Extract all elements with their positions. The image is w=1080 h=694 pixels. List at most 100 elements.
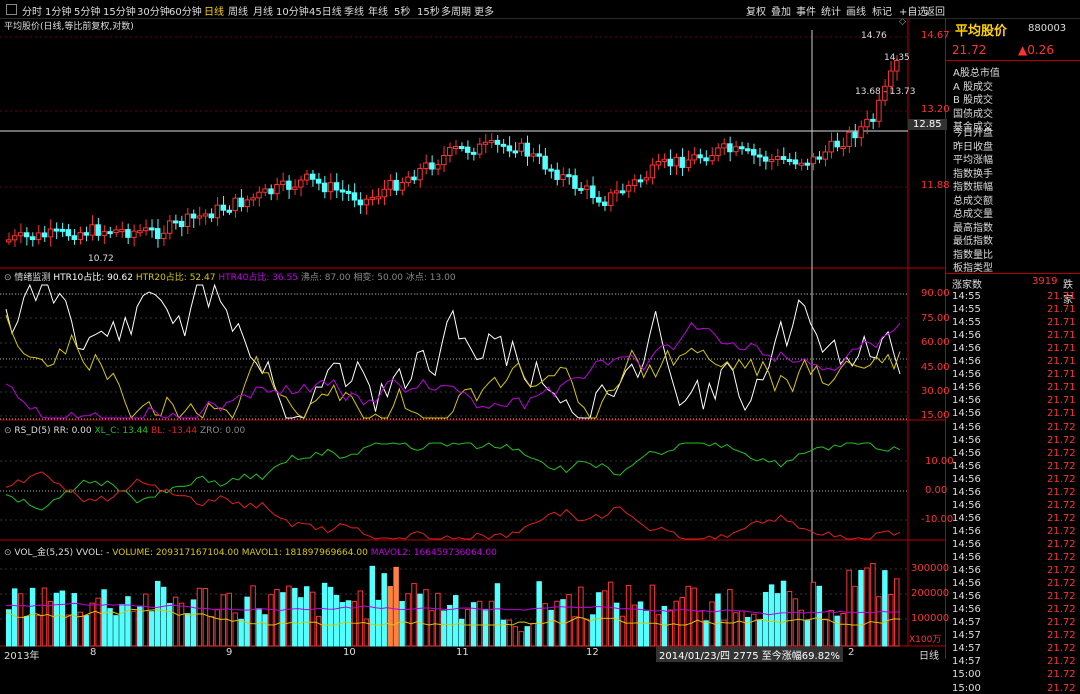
candle-body [304,173,310,181]
tick-time: 14:56 [952,591,981,603]
vol-title: VOL_金(5,25) [14,548,74,558]
candle-body [596,197,602,203]
candle-body [560,174,566,180]
volume-bar [268,594,274,647]
candle-body [238,197,244,208]
volume-bar [166,603,173,647]
volume-bar [572,616,578,647]
volume-bar [506,619,513,647]
candle-body [429,162,435,170]
volume-bar [870,563,876,647]
volume-bar [697,610,703,647]
tick-time: 14:56 [952,434,981,446]
volume-bar [810,581,817,647]
candle-body [423,162,429,169]
candle-body [554,169,560,180]
candle-body [166,220,173,234]
candle-body [23,232,30,238]
volume-bar [202,587,209,647]
candle-body [768,159,775,163]
tick-price: 21.71 [1047,291,1076,302]
tick-time: 14:56 [952,604,981,616]
candle-body [411,176,417,181]
tick-time: 15:00 [952,682,981,694]
volume-bar [441,610,447,647]
htr-title: 情绪监测 [14,273,51,283]
candle-body [476,143,483,155]
candle-body [214,204,221,219]
candle-body [840,146,846,150]
candle-body [697,154,703,159]
candle-body [756,154,763,158]
volume-bar [178,602,185,647]
candle-body [524,142,530,157]
tick-time: 14:57 [952,617,981,629]
htr-icon: ⊙ [4,273,12,283]
volume-bar [637,601,644,647]
candle-body [733,146,739,153]
volume-bar [411,583,417,647]
quote-name: 平均股价 [955,24,1008,39]
price-axis-label: 13.20 [921,104,950,115]
tick-price: 21.72 [1047,669,1076,681]
htr10-value: HTR10占比: 90.62 [53,273,133,283]
quote-panel: 平均股价 880003 21.72 ▲0.26 A股总市值 A 股成交 B 股成交国… [945,18,1080,694]
volume-bar [405,593,411,647]
volume-bar [393,566,399,647]
volume-bar [274,588,280,647]
candle-body [160,232,167,240]
candle-body [566,174,572,178]
candle-body [125,229,131,238]
volume-bar [667,609,674,647]
candle-body [95,224,101,236]
volume-bar [83,615,89,647]
tick-price: 21.72 [1047,512,1076,524]
rsd-zro: ZRO: 0.00 [199,426,246,436]
date-label: 2 [848,647,855,658]
vol-legend: ⊙ VOL_金(5,25) VVOL: - VOLUME: 2093171671… [4,545,497,558]
volume-bar [172,596,179,647]
volume-bar [774,593,781,647]
volume-bar [447,604,453,647]
stats-value: 3919 [1032,276,1058,287]
candle-body [536,153,542,157]
volume-bar [482,608,489,647]
candle-body [226,209,232,213]
volume-bar [101,589,107,647]
candle-body [655,161,662,166]
candle-body [828,140,834,153]
bl-line [5,471,901,540]
volume-bar [208,615,215,647]
candle-body [268,188,274,195]
tick-time: 14:55 [952,291,981,302]
volume-bar [417,593,423,647]
htr-legend: ⊙ 情绪监测 HTR10占比: 90.62 HTR20占比: 52.47 HTR… [4,270,456,283]
volume-bar [47,600,54,647]
volume-bar [804,620,811,647]
volume-bar [286,585,292,647]
candle-body [393,179,399,191]
tick-time: 14:56 [952,552,981,563]
candle-body [6,239,12,243]
tick-price: 21.72 [1047,643,1076,655]
diamond-icon[interactable]: ◇ [899,17,906,27]
volume-bar [387,586,393,647]
tick-time: 14:56 [952,486,981,498]
htr40-value: HTR40占比: 36.55 [218,273,298,283]
tick-time: 14:56 [952,395,981,407]
volume-bar [816,585,823,647]
volume-bar [35,615,42,647]
candle-body [351,192,358,201]
kline-chart-area[interactable] [0,0,945,659]
candle-body [584,185,590,191]
candle-body [327,182,334,193]
volume-bar [679,596,685,647]
volume-bar [500,619,507,647]
candle-body [155,228,161,240]
tick-price: 21.71 [1047,343,1076,355]
volume-bar [23,615,30,647]
date-label: 12 [586,647,599,658]
tick-price: 21.71 [1047,330,1076,342]
volume-bar [685,585,691,647]
tick-time: 14:56 [952,356,981,368]
